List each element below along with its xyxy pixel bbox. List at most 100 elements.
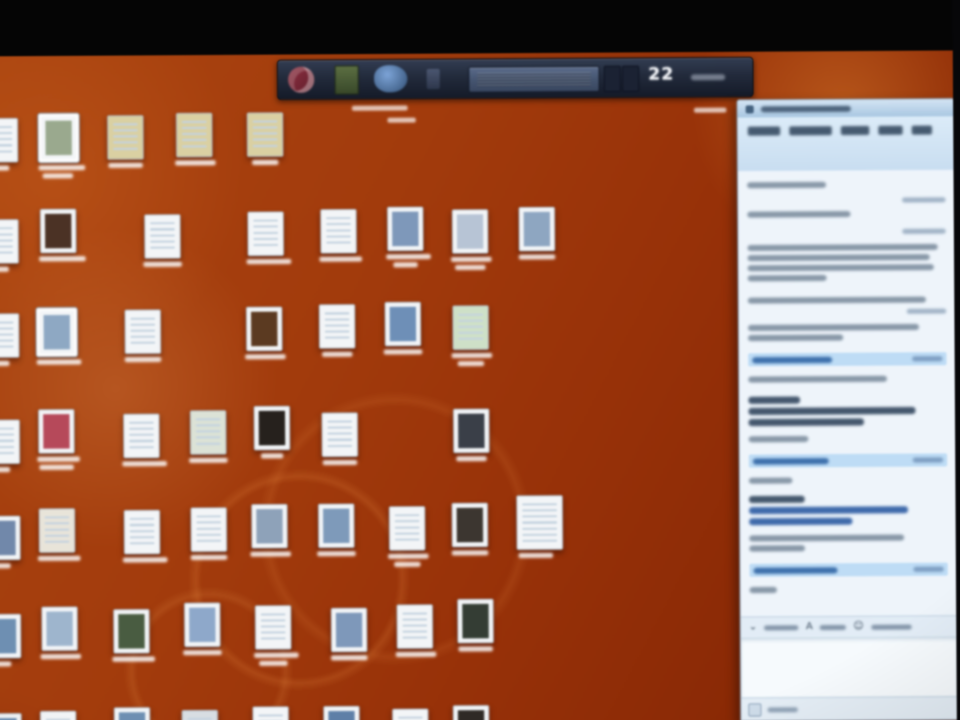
- formatting-toolbar[interactable]: ⌄ A ☺: [740, 615, 958, 638]
- desktop-icon[interactable]: [0, 419, 21, 473]
- desktop-icon[interactable]: [175, 112, 216, 166]
- header-toolbar-item-smudge[interactable]: [878, 125, 903, 135]
- desktop-icon[interactable]: [391, 708, 430, 720]
- link-text-smudge[interactable]: [749, 517, 853, 526]
- document-lines: [327, 420, 353, 450]
- media-launcher-icon[interactable]: [287, 66, 315, 93]
- desktop-icon[interactable]: [518, 206, 557, 260]
- desktop-icon[interactable]: [35, 306, 82, 365]
- desktop-icon[interactable]: [330, 607, 369, 661]
- conversation-history[interactable]: [737, 169, 958, 617]
- header-toolbar-item-smudge[interactable]: [840, 125, 870, 136]
- chat-header-toolbar[interactable]: [747, 125, 944, 136]
- taskbar-panel[interactable]: 22: [276, 56, 754, 101]
- photo-thumbnail-icon: [245, 306, 283, 352]
- desktop-icon[interactable]: [516, 495, 564, 559]
- clock-applet[interactable]: 22: [648, 64, 674, 84]
- desktop-icon[interactable]: [322, 705, 361, 720]
- desktop-icon[interactable]: [317, 503, 356, 557]
- desktop-icon[interactable]: [0, 712, 23, 720]
- desktop-icon[interactable]: [37, 409, 80, 470]
- desktop-icon[interactable]: [189, 410, 228, 463]
- desktop-icon[interactable]: [37, 112, 86, 179]
- icon-label-smudge: [0, 360, 10, 367]
- desktop-icon[interactable]: [122, 509, 168, 563]
- header-toolbar-item-smudge[interactable]: [747, 126, 781, 136]
- files-launcher-icon[interactable]: [334, 65, 359, 95]
- desktop-icon[interactable]: [386, 206, 431, 268]
- desktop-icon[interactable]: [253, 405, 292, 459]
- link-text-smudge[interactable]: [749, 506, 908, 515]
- desktop-icon[interactable]: [0, 219, 20, 272]
- desktop-icon[interactable]: [40, 606, 82, 660]
- document-icon: [107, 115, 144, 160]
- desktop-icon[interactable]: [0, 313, 21, 367]
- desktop-icon[interactable]: [37, 508, 81, 562]
- desktop-icon[interactable]: [451, 209, 492, 271]
- status-buddy-icon[interactable]: [748, 702, 762, 717]
- document-lines: [0, 427, 15, 458]
- document-icon: [123, 509, 161, 555]
- icon-label-smudge: [122, 557, 168, 563]
- format-tool-label-smudge: [764, 624, 799, 630]
- desktop-icon[interactable]: [0, 515, 22, 569]
- icon-label-smudge: [395, 651, 437, 658]
- desktop-icon[interactable]: [451, 502, 490, 556]
- network-launcher-icon[interactable]: [373, 64, 408, 93]
- document-lines: [402, 612, 428, 642]
- desktop-icon[interactable]: [319, 208, 363, 262]
- tray-applet-icon[interactable]: [603, 65, 622, 93]
- desktop-icon[interactable]: [246, 112, 285, 166]
- window-list-button[interactable]: [468, 65, 600, 93]
- header-toolbar-item-smudge[interactable]: [911, 125, 933, 135]
- desktop-icon[interactable]: [143, 214, 182, 267]
- desktop-icon[interactable]: [395, 604, 437, 658]
- desktop-icon[interactable]: [122, 413, 167, 467]
- icon-label-smudge: [0, 165, 10, 171]
- message-header-row: [748, 352, 947, 367]
- chat-window[interactable]: ⌄ A ☺: [736, 98, 958, 720]
- desktop-icon[interactable]: [113, 707, 152, 720]
- desktop-icon[interactable]: [254, 605, 299, 666]
- format-tool-icon[interactable]: A: [806, 621, 813, 632]
- message-text-smudge: [747, 274, 828, 282]
- desktop-icon[interactable]: [451, 305, 493, 367]
- format-tool-label-smudge: [870, 624, 912, 630]
- desktop-icon[interactable]: [189, 507, 228, 561]
- desktop-icon[interactable]: [183, 602, 222, 656]
- desktop-icon[interactable]: [452, 408, 491, 462]
- desktop-icon[interactable]: [0, 117, 19, 171]
- desktop-icon[interactable]: [39, 208, 86, 262]
- desktop-icon[interactable]: [245, 306, 286, 360]
- header-toolbar-item-smudge[interactable]: [789, 126, 832, 136]
- desktop-icon[interactable]: [112, 608, 155, 662]
- applet-small-icon[interactable]: [426, 68, 440, 90]
- photo-thumbnail-icon: [323, 705, 360, 720]
- photo-thumbnail-icon: [35, 306, 79, 358]
- desktop-icon[interactable]: [250, 503, 291, 557]
- desktop-icon[interactable]: [0, 613, 22, 667]
- desktop-icon[interactable]: [123, 309, 162, 363]
- sender-name-smudge: [753, 566, 838, 574]
- message-input-area[interactable]: [740, 636, 958, 698]
- icon-label-smudge: [319, 256, 363, 262]
- desktop-icon[interactable]: [251, 706, 290, 720]
- format-tool-icon[interactable]: ⌄: [749, 621, 758, 632]
- desktop-icon[interactable]: [456, 598, 495, 652]
- desktop-icon[interactable]: [452, 705, 491, 720]
- desktop-icon[interactable]: [181, 709, 220, 720]
- desktop-icon[interactable]: [106, 115, 145, 168]
- tray-applet-icon[interactable]: [621, 65, 640, 92]
- desktop-icon[interactable]: [383, 301, 423, 355]
- desktop-icon[interactable]: [39, 710, 78, 720]
- format-tool-icon[interactable]: ☺: [853, 621, 864, 632]
- chat-header-band: [737, 116, 955, 172]
- desktop-icon[interactable]: [320, 412, 359, 466]
- chat-window-titlebar[interactable]: [737, 99, 955, 118]
- desktop-icon[interactable]: [388, 506, 429, 567]
- icon-label-smudge: [386, 254, 431, 260]
- thumbnail-image: [323, 508, 350, 544]
- photo-thumbnail-icon: [0, 712, 22, 720]
- desktop-icon[interactable]: [318, 304, 357, 357]
- desktop-icon[interactable]: [246, 211, 292, 265]
